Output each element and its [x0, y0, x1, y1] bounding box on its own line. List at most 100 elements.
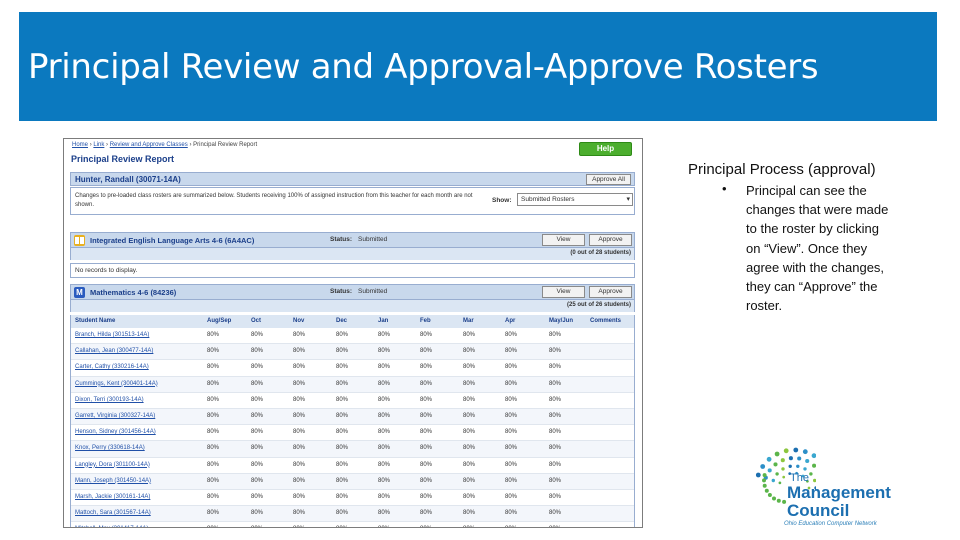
attendance-cell: 80% — [378, 477, 391, 484]
show-select[interactable]: Submitted Rosters ▾ — [517, 193, 633, 206]
student-name-link[interactable]: Henson, Sidney (301456-14A) — [75, 429, 156, 435]
no-records-message: No records to display. — [70, 263, 635, 278]
column-header: Oct — [251, 318, 262, 324]
approve-button[interactable]: Approve — [589, 234, 632, 246]
class-count-bar: (0 out of 28 students) — [70, 248, 635, 260]
attendance-cell: 80% — [420, 445, 433, 452]
attendance-cell: 80% — [378, 412, 391, 419]
attendance-cell: 80% — [505, 510, 518, 517]
approve-button[interactable]: Approve — [589, 286, 632, 298]
attendance-cell: 80% — [505, 477, 518, 484]
view-button[interactable]: View — [542, 234, 585, 246]
student-name-link[interactable]: Callahan, Jean (300477-14A) — [75, 348, 153, 354]
student-name-link[interactable]: Marsh, Jackie (300161-14A) — [75, 494, 150, 500]
breadcrumb: Home › Link › Review and Approve Classes… — [72, 142, 257, 148]
attendance-cell: 80% — [336, 526, 348, 527]
attendance-cell: 80% — [207, 332, 220, 338]
attendance-cell: 80% — [549, 429, 562, 436]
attendance-cell: 80% — [463, 526, 475, 527]
roster-header: Student Name Aug/Sep Oct Nov Dec Jan Feb Mar Apr… — [70, 315, 635, 328]
student-name-link[interactable]: Mattoch, Sara (301567-14A) — [75, 510, 151, 516]
attendance-cell: 80% — [505, 364, 518, 371]
attendance-cell: 80% — [463, 429, 476, 436]
process-heading: Principal Process (approval) — [688, 161, 876, 178]
attendance-cell: 80% — [251, 510, 264, 517]
attendance-cell: 80% — [293, 364, 306, 371]
breadcrumb-home[interactable]: Home — [72, 142, 88, 148]
student-count: (0 out of 28 students) — [570, 250, 631, 256]
attendance-cell: 80% — [293, 348, 306, 355]
view-button[interactable]: View — [542, 286, 585, 298]
attendance-cell: 80% — [378, 445, 391, 452]
attendance-cell: 80% — [463, 477, 476, 484]
help-button[interactable]: Help — [579, 142, 632, 156]
student-name-link[interactable]: Mitchell, Max (301417-14A) — [75, 526, 148, 527]
attendance-cell: 80% — [420, 348, 433, 355]
status-label: Status: — [330, 288, 353, 295]
attendance-cell: 80% — [505, 429, 518, 436]
attendance-cell: 80% — [463, 396, 476, 403]
student-name-link[interactable]: Langley, Dora (301100-14A) — [75, 462, 150, 468]
attendance-cell: 80% — [420, 332, 433, 338]
attendance-cell: 80% — [293, 461, 306, 468]
attendance-cell: 80% — [207, 364, 220, 371]
show-label: Show: — [492, 197, 512, 204]
attendance-cell: 80% — [505, 445, 518, 452]
attendance-cell: 80% — [293, 412, 306, 419]
attendance-cell: 80% — [463, 445, 476, 452]
open-book-icon — [74, 235, 85, 246]
student-name-link[interactable]: Carter, Cathy (330216-14A) — [75, 364, 149, 370]
student-name-link[interactable]: Knox, Perry (330618-14A) — [75, 445, 145, 451]
class-count-bar: (25 out of 26 students) — [70, 300, 635, 312]
attendance-cell: 80% — [505, 380, 518, 387]
attendance-cell: 80% — [549, 477, 562, 484]
class-name: Integrated English Language Arts 4-6 (6A… — [90, 236, 255, 245]
teacher-name: Hunter, Randall (30071-14A) — [75, 175, 181, 184]
breadcrumb-review[interactable]: Review and Approve Classes — [110, 142, 188, 148]
attendance-cell: 80% — [251, 429, 264, 436]
class-header-math: M Mathematics 4-6 (84236) Status: Submit… — [70, 284, 635, 300]
attendance-cell: 80% — [420, 396, 433, 403]
column-header: Student Name — [75, 318, 116, 324]
attendance-cell: 80% — [505, 461, 518, 468]
attendance-cell: 80% — [420, 364, 433, 371]
column-header: Aug/Sep — [207, 318, 232, 324]
attendance-cell: 80% — [336, 348, 349, 355]
attendance-cell: 80% — [463, 380, 476, 387]
student-name-link[interactable]: Mann, Joseph (301450-14A) — [75, 478, 151, 484]
attendance-cell: 80% — [251, 332, 264, 338]
breadcrumb-link[interactable]: Link — [93, 142, 104, 148]
attendance-cell: 80% — [378, 461, 391, 468]
attendance-cell: 80% — [378, 396, 391, 403]
attendance-cell: 80% — [420, 412, 433, 419]
attendance-cell: 80% — [549, 412, 562, 419]
attendance-cell: 80% — [549, 348, 562, 355]
attendance-cell: 80% — [207, 429, 220, 436]
attendance-cell: 80% — [505, 493, 518, 500]
attendance-cell: 80% — [420, 477, 433, 484]
student-name-link[interactable]: Branch, Hilda (301513-14A) — [75, 332, 149, 338]
attendance-cell: 80% — [549, 364, 562, 371]
attendance-cell: 80% — [549, 396, 562, 403]
student-name-link[interactable]: Garrett, Virginia (300327-14A) — [75, 413, 155, 419]
attendance-cell: 80% — [251, 396, 264, 403]
attendance-cell: 80% — [420, 493, 433, 500]
title-band: Principal Review and Approval-Approve Ro… — [19, 12, 937, 121]
student-name-link[interactable]: Dixon, Terri (300193-14A) — [75, 397, 144, 403]
attendance-cell: 80% — [463, 332, 476, 338]
attendance-cell: 80% — [549, 461, 562, 468]
student-name-link[interactable]: Cummings, Kent (300401-14A) — [75, 381, 158, 387]
attendance-cell: 80% — [293, 477, 306, 484]
attendance-cell: 80% — [378, 510, 391, 517]
attendance-cell: 80% — [549, 445, 562, 452]
attendance-cell: 80% — [420, 461, 433, 468]
student-count: (25 out of 26 students) — [566, 302, 631, 308]
attendance-cell: 80% — [378, 332, 391, 338]
table-row: Callahan, Jean (300477-14A) 80% 80% 80% 80% 8… — [71, 344, 634, 361]
attendance-cell: 80% — [336, 429, 349, 436]
attendance-cell: 80% — [505, 396, 518, 403]
attendance-cell: 80% — [505, 526, 517, 527]
approve-all-button[interactable]: Approve All — [586, 174, 631, 185]
attendance-cell: 80% — [207, 477, 220, 484]
attendance-cell: 80% — [549, 510, 562, 517]
